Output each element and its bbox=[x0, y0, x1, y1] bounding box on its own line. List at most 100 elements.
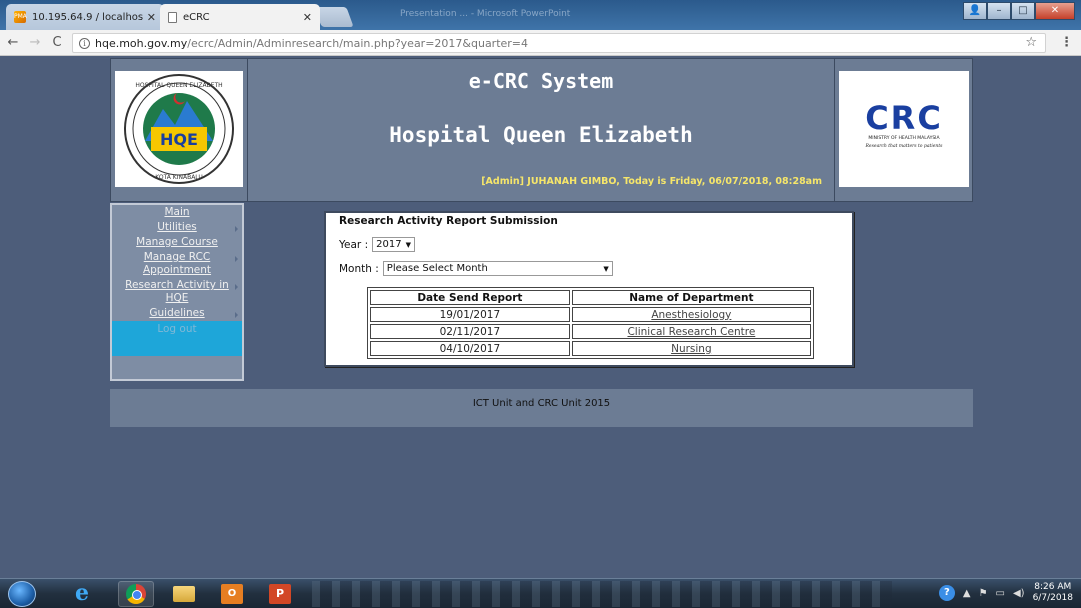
back-arrow-icon[interactable]: ← bbox=[4, 35, 22, 50]
sidebar-item-label: Guidelines bbox=[149, 307, 205, 319]
welcome-message: [Admin] JUHANAH GIMBO, Today is Friday, … bbox=[481, 176, 822, 187]
browser-tabstrip: PMA 10.195.64.9 / localhost / ✕ eCRC ✕ P… bbox=[0, 0, 1081, 30]
date-cell: 02/11/2017 bbox=[370, 324, 570, 339]
year-row: Year : 2017 ▼ bbox=[339, 237, 415, 252]
year-select[interactable]: 2017 ▼ bbox=[372, 237, 415, 252]
info-icon[interactable]: i bbox=[79, 37, 90, 49]
url-bar[interactable]: i hqe.moh.gov.my /ecrc/Admin/Adminresear… bbox=[72, 33, 1046, 53]
taskbar-background bbox=[312, 581, 892, 607]
column-header-department: Name of Department bbox=[571, 290, 811, 305]
sidebar-item-utilities[interactable]: Utilities bbox=[112, 220, 242, 235]
clock[interactable]: 8:26 AM 6/7/2018 bbox=[1033, 582, 1073, 604]
new-tab-button[interactable] bbox=[314, 7, 354, 27]
page-icon bbox=[168, 11, 177, 23]
month-select[interactable]: Please Select Month ▼ bbox=[382, 261, 613, 276]
department-link[interactable]: Nursing bbox=[571, 341, 811, 356]
forward-arrow-icon[interactable]: → bbox=[26, 35, 44, 50]
background-window-title: Presentation ... - Microsoft PowerPoint bbox=[400, 9, 571, 19]
sidebar-item-main[interactable]: Main bbox=[112, 205, 242, 220]
header-title-area: e-CRC System Hospital Queen Elizabeth [A… bbox=[247, 59, 835, 201]
site-footer: ICT Unit and CRC Unit 2015 bbox=[110, 389, 973, 427]
minimize-button[interactable]: – bbox=[987, 2, 1011, 20]
bookmark-star-icon[interactable]: ☆ bbox=[1025, 35, 1037, 50]
sidebar-nav: Main Utilities Manage Course Manage RCC … bbox=[110, 203, 244, 381]
url-host: hqe.moh.gov.my bbox=[95, 36, 188, 50]
date-cell: 19/01/2017 bbox=[370, 307, 570, 322]
site-header: HQE HOSPITAL QUEEN ELIZABETH KOTA KINABA… bbox=[110, 58, 973, 202]
dropdown-caret-icon: ▼ bbox=[405, 240, 411, 249]
dropdown-caret-icon: ▼ bbox=[603, 264, 609, 273]
table-header-row: Date Send Report Name of Department bbox=[370, 290, 811, 305]
network-icon[interactable]: ▭ bbox=[996, 588, 1005, 599]
system-title: e-CRC System bbox=[468, 69, 614, 93]
browser-menu-icon[interactable]: ⋮ bbox=[1060, 35, 1073, 50]
address-toolbar: ← → C i hqe.moh.gov.my /ecrc/Admin/Admin… bbox=[0, 30, 1081, 56]
column-header-date: Date Send Report bbox=[370, 290, 570, 305]
close-tab-icon[interactable]: ✕ bbox=[303, 11, 312, 24]
chrome-icon[interactable] bbox=[118, 581, 154, 607]
month-label: Month : bbox=[339, 262, 379, 275]
crc-logo: CRC MINISTRY OF HEALTH MALAYSIA Research… bbox=[839, 71, 969, 187]
panel-title: Research Activity Report Submission bbox=[339, 215, 558, 227]
flag-icon[interactable]: ⚑ bbox=[979, 588, 988, 599]
close-window-button[interactable]: ✕ bbox=[1035, 2, 1075, 20]
footer-text: ICT Unit and CRC Unit 2015 bbox=[472, 398, 611, 409]
sidebar-item-label: Manage Course bbox=[136, 236, 218, 248]
powerpoint-icon[interactable]: P bbox=[262, 581, 298, 607]
outlook-icon[interactable]: O bbox=[214, 581, 250, 607]
hqe-logo: HQE HOSPITAL QUEEN ELIZABETH KOTA KINABA… bbox=[115, 71, 243, 187]
help-icon[interactable]: ? bbox=[938, 585, 955, 601]
pma-icon: PMA bbox=[14, 11, 27, 23]
hospital-title: Hospital Queen Elizabeth bbox=[389, 123, 693, 147]
volume-icon[interactable]: ◀) bbox=[1013, 588, 1025, 599]
tab-phpmyadmin[interactable]: PMA 10.195.64.9 / localhost / ✕ bbox=[6, 4, 164, 30]
sidebar-item-label: Research Activity in HQE bbox=[125, 279, 229, 304]
submenu-arrow-icon bbox=[235, 256, 238, 262]
report-table: Date Send Report Name of Department 19/0… bbox=[367, 287, 814, 359]
year-value: 2017 bbox=[376, 239, 402, 250]
svg-text:Research that matters to patie: Research that matters to patients bbox=[865, 143, 944, 149]
svg-text:CRC: CRC bbox=[865, 99, 943, 137]
sidebar-item-logout[interactable]: Log out bbox=[112, 321, 242, 356]
system-tray: ? ▲ ⚑ ▭ ◀) 8:26 AM 6/7/2018 bbox=[938, 582, 1073, 604]
submenu-arrow-icon bbox=[235, 312, 238, 318]
sidebar-item-label: Utilities bbox=[157, 221, 197, 233]
table-row: 04/10/2017 Nursing bbox=[370, 341, 811, 356]
page-body: HQE HOSPITAL QUEEN ELIZABETH KOTA KINABA… bbox=[0, 56, 1081, 578]
clock-time: 8:26 AM bbox=[1034, 582, 1072, 592]
tab-title: 10.195.64.9 / localhost / bbox=[32, 11, 143, 23]
department-link[interactable]: Anesthesiology bbox=[571, 307, 811, 322]
table-row: 02/11/2017 Clinical Research Centre bbox=[370, 324, 811, 339]
reload-icon[interactable]: C bbox=[48, 35, 66, 50]
sidebar-item-manage-rcc-appointment[interactable]: Manage RCC Appointment bbox=[112, 250, 242, 278]
internet-explorer-icon[interactable]: e bbox=[64, 581, 100, 607]
sidebar-item-label: Log out bbox=[157, 323, 197, 335]
user-icon[interactable]: 👤 bbox=[963, 2, 987, 20]
url-path: /ecrc/Admin/Adminresearch/main.php?year=… bbox=[187, 36, 529, 50]
window-controls: 👤 – □ ✕ bbox=[963, 2, 1075, 20]
report-panel: Research Activity Report Submission Year… bbox=[324, 211, 854, 367]
department-link[interactable]: Clinical Research Centre bbox=[571, 324, 811, 339]
show-hidden-icons-icon[interactable]: ▲ bbox=[963, 588, 971, 599]
sidebar-item-manage-course[interactable]: Manage Course bbox=[112, 235, 242, 250]
close-tab-icon[interactable]: ✕ bbox=[147, 11, 156, 24]
submenu-arrow-icon bbox=[235, 226, 238, 232]
sidebar-item-label: Main bbox=[164, 206, 190, 218]
sidebar-item-guidelines[interactable]: Guidelines bbox=[112, 306, 242, 321]
svg-text:HOSPITAL QUEEN ELIZABETH: HOSPITAL QUEEN ELIZABETH bbox=[135, 82, 222, 89]
tab-ecrc[interactable]: eCRC ✕ bbox=[160, 4, 320, 30]
clock-date: 6/7/2018 bbox=[1032, 593, 1073, 603]
year-label: Year : bbox=[339, 238, 369, 251]
svg-text:KOTA KINABALU: KOTA KINABALU bbox=[155, 174, 203, 181]
tab-title: eCRC bbox=[183, 11, 210, 23]
svg-text:HQE: HQE bbox=[160, 130, 198, 149]
windows-taskbar: e O P ? ▲ ⚑ ▭ ◀) 8:26 AM 6/7/2018 bbox=[0, 578, 1081, 608]
month-row: Month : Please Select Month ▼ bbox=[339, 261, 613, 276]
start-button[interactable] bbox=[8, 581, 36, 607]
maximize-button[interactable]: □ bbox=[1011, 2, 1035, 20]
date-cell: 04/10/2017 bbox=[370, 341, 570, 356]
month-value: Please Select Month bbox=[386, 263, 488, 274]
file-explorer-icon[interactable] bbox=[166, 581, 202, 607]
submenu-arrow-icon bbox=[235, 284, 238, 290]
sidebar-item-research-activity[interactable]: Research Activity in HQE bbox=[112, 278, 242, 306]
